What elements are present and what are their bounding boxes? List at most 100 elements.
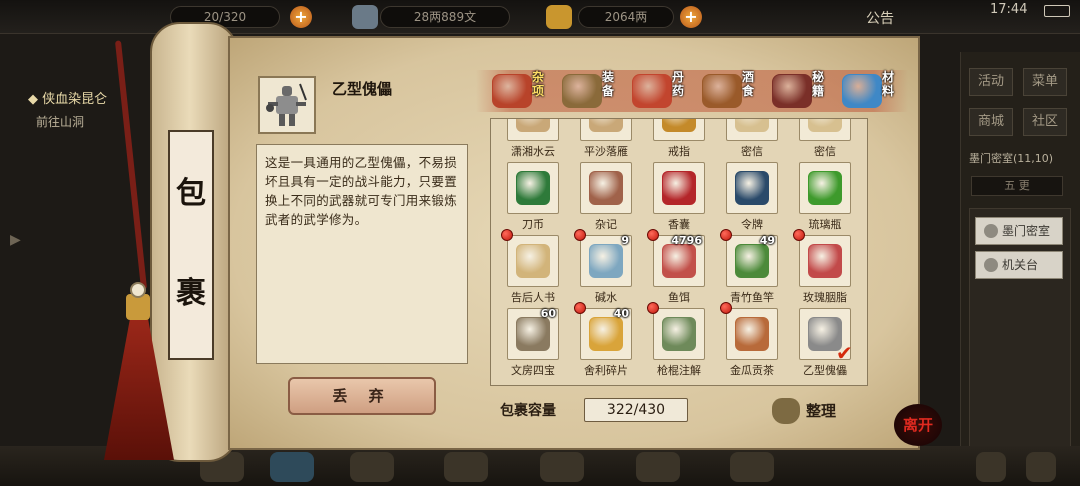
pills-icon [632,74,672,108]
item-description: 这是一具通用的乙型傀儡，不易损坏且具有一定的战斗能力，只要置换上不同的武器就可专… [265,155,458,227]
bottle-icon [808,171,842,205]
slot-frame [507,119,559,141]
sort-button[interactable]: 整理 [772,394,852,426]
new-badge-icon [574,229,586,241]
item-count: 4796 [671,234,702,247]
item-name: 金瓜贡茶 [730,364,774,377]
dock-slot[interactable] [350,452,394,482]
token-icon [735,171,769,205]
dock-slot[interactable] [540,452,584,482]
item-name: 乙型傀儡 [803,364,847,377]
dock-slot[interactable] [444,452,488,482]
tab-pills[interactable]: 丹药 [626,70,696,112]
tab-crystal[interactable]: 材料 [836,70,906,112]
tab-label: 杂项 [532,70,545,98]
tab-jar[interactable]: 杂项 [486,70,556,112]
tab-food[interactable]: 酒食 [696,70,766,112]
gold-ingot-icon [546,5,572,29]
gold-value: 2064两 [604,10,648,24]
slot-frame [799,235,851,287]
bowl-icon [589,244,623,278]
new-badge-icon [720,302,732,314]
crystal-icon [842,74,882,108]
item-description-box: 这是一具通用的乙型傀儡，不易损坏且具有一定的战斗能力，只要置换上不同的武器就可专… [256,144,468,364]
new-badge-icon [574,302,586,314]
dock-slot[interactable] [730,452,774,482]
expand-arrow-icon[interactable]: ▶ [10,232,21,248]
inventory-slot[interactable]: 杂记 [572,162,632,232]
rouge-icon [808,244,842,278]
inventory-slot[interactable]: 琉璃瓶 [791,162,851,232]
activity-button[interactable]: 活动 [969,68,1013,96]
item-name: 告后人书 [511,291,555,304]
dock-slot[interactable] [636,452,680,482]
inventory-slot[interactable]: 9 碱水 [572,229,632,305]
category-tabs: 杂项 装备 丹药 酒食 秘籍 材料 [476,70,908,112]
inventory-slot[interactable]: 60 文房四宝 [499,307,559,378]
dock-slot[interactable] [1026,452,1056,482]
poi-label: 机关台 [1002,258,1039,272]
dock-slot[interactable] [270,452,314,482]
inventory-slot[interactable]: ✔ 乙型傀儡 [791,308,853,378]
quest-tracker[interactable]: ◆ 侠血染昆仑 前往山洞 [28,88,158,130]
inventory-slot[interactable]: 告后人书 [499,229,559,305]
inventory-slot[interactable]: 金瓜贡茶 [718,302,778,378]
inventory-slot[interactable]: 40 舍利碎片 [572,302,632,378]
tab-label: 酒食 [742,70,755,98]
new-badge-icon [720,229,732,241]
poi-label: 墨门密室 [1002,224,1051,238]
inventory-slot[interactable]: 玫瑰胭脂 [791,229,851,305]
inventory-slot[interactable]: 枪棍注解 [645,302,705,378]
slot-frame: 9 [580,234,632,287]
menu-button[interactable]: 菜单 [1023,68,1067,96]
discard-button[interactable]: 丢 弃 [288,377,436,415]
item-name: 舍利碎片 [584,364,628,377]
inventory-slot[interactable]: 潇湘水云 [499,119,559,159]
weapons-icon [562,74,602,108]
inventory-title-label: 包 裹 [168,130,214,360]
add-stamina-button[interactable]: + [290,6,312,28]
scroll-icon [589,171,623,205]
tab-weapons[interactable]: 装备 [556,70,626,112]
time-of-night: 五 更 [971,176,1063,196]
tab-label: 秘籍 [812,70,825,98]
leave-button[interactable]: 离开 [894,404,942,446]
slot-frame [580,119,632,141]
slot-frame [653,119,705,141]
book-icon [662,317,696,351]
item-grid[interactable]: 潇湘水云 平沙落雁 戒指 密信 密信 刀币 杂记 香囊 令牌 琉璃瓶 告后人书 9 碱水 4796 鱼饵 49… [490,118,868,386]
item-name: 文房四宝 [511,364,555,377]
notice-button[interactable]: 公告 [866,8,894,28]
inventory-slot[interactable]: 4796 鱼饵 [645,229,705,305]
dock-slot[interactable] [976,452,1006,482]
capacity-value: 322/430 [584,398,688,422]
add-gold-button[interactable]: + [680,6,702,28]
inventory-slot[interactable]: 香囊 [645,162,705,232]
capacity-label: 包裹容量 [500,403,556,419]
sachet-icon [662,171,696,205]
title-char: 裹 [176,276,206,311]
slot-frame [580,162,632,214]
inventory-slot[interactable]: 令牌 [718,162,778,232]
community-button[interactable]: 社区 [1023,108,1067,136]
selected-item-name: 乙型傀儡 [332,80,393,98]
inventory-slot[interactable]: 平沙落雁 [572,119,632,159]
inventory-slot[interactable]: 49 青竹鱼竿 [718,229,778,305]
tab-book[interactable]: 秘籍 [766,70,836,112]
item-name: 密信 [814,145,836,158]
shop-button[interactable]: 商城 [969,108,1013,136]
inventory-slot[interactable]: 戒指 [645,119,705,159]
slot-frame [653,308,705,360]
slot-frame: 49 [726,234,778,287]
new-badge-icon [647,302,659,314]
poi-mohist-chamber[interactable]: 墨门密室 [975,217,1063,245]
inventory-slot[interactable]: 刀币 [499,162,559,232]
slot-frame [726,162,778,214]
poi-mechanism-table[interactable]: 机关台 [975,251,1063,279]
inventory-slot[interactable]: 密信 [718,119,778,159]
slot-frame: 4796 [653,234,705,287]
item-count: 60 [540,307,556,320]
bag-icon [772,398,800,424]
inventory-slot[interactable]: 密信 [791,119,851,159]
new-badge-icon [793,229,805,241]
